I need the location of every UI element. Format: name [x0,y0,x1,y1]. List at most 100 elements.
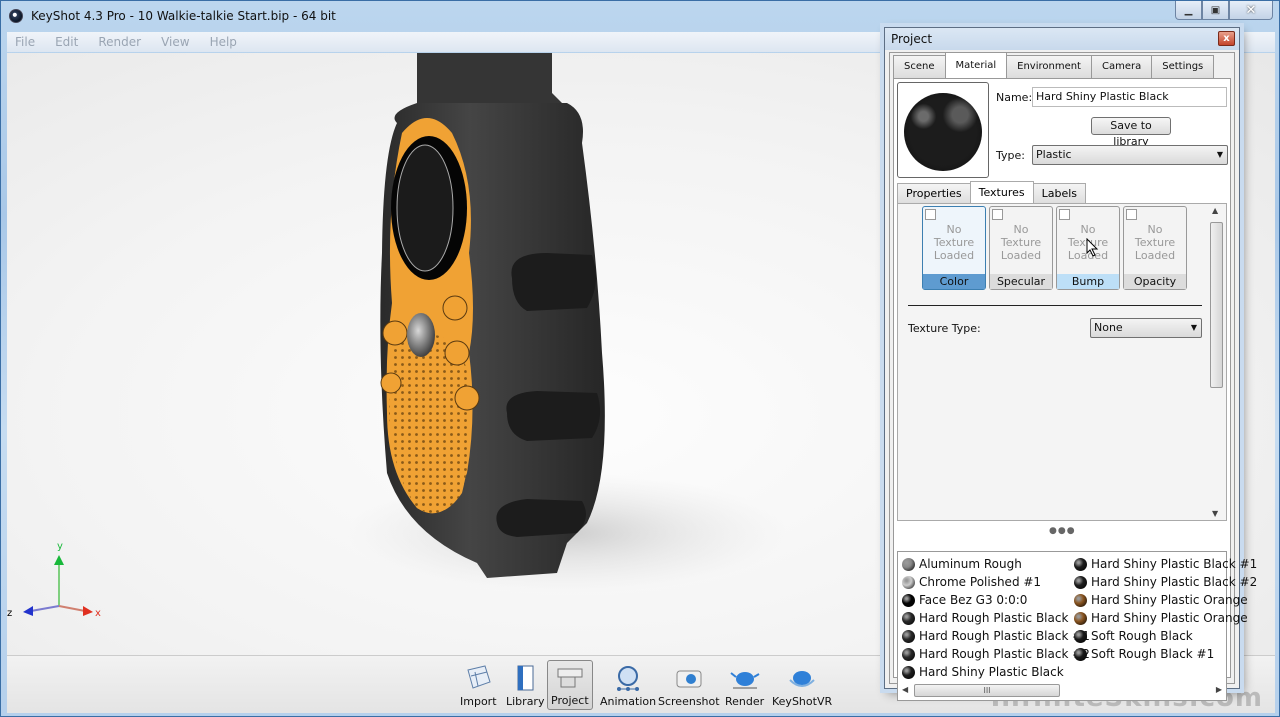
scroll-down-icon[interactable]: ▼ [1212,509,1218,518]
library-label: Library [506,695,545,708]
material-name: Hard Shiny Plastic Black [919,665,1064,679]
mouse-cursor-icon [1086,238,1099,257]
maximize-button[interactable]: ▣ [1202,1,1229,20]
tab-environment[interactable]: Environment [1006,55,1092,78]
material-swatch-icon [902,665,915,679]
keyshotvr-label: KeyShotVR [772,695,833,708]
material-list-item[interactable]: Hard Rough Plastic Black #1 [902,627,1090,645]
animation-button[interactable]: Animation [597,660,659,710]
scroll-up-icon[interactable]: ▲ [1212,206,1218,215]
import-button[interactable]: Import [457,660,500,710]
material-list-horizontal-scrollbar[interactable]: ◀ III ▶ [900,683,1224,698]
close-icon: x [1223,33,1230,44]
import-label: Import [460,695,497,708]
material-list-item[interactable]: Hard Rough Plastic Black #2 [902,645,1090,663]
material-list-item[interactable]: Hard Shiny Plastic Black [902,663,1064,681]
close-button[interactable]: ✕ [1229,1,1273,20]
menu-render[interactable]: Render [98,35,141,49]
material-list-item[interactable]: Aluminum Rough [902,555,1022,573]
texture-slot-checkbox[interactable] [1126,209,1137,220]
texture-slot-checkbox[interactable] [925,209,936,220]
project-icon [557,668,583,688]
scrollbar-thumb[interactable]: III [914,684,1060,697]
texture-slot-checkbox[interactable] [1059,209,1070,220]
axis-gizmo: y z x [7,541,101,619]
material-swatch-icon [1074,575,1087,589]
splitter-handle[interactable]: ●●● [1049,526,1076,536]
material-swatch-icon [902,593,915,607]
material-subtabs: Properties Textures Labels [897,181,1086,203]
minimize-button[interactable]: ▁ [1175,1,1202,20]
texture-type-value: None [1094,321,1123,334]
render-teapot-icon [729,672,760,689]
menu-edit[interactable]: Edit [55,35,78,49]
subtab-labels[interactable]: Labels [1032,183,1086,203]
project-panel-titlebar[interactable]: Project x [885,28,1239,50]
material-tab-content: Name: Hard Shiny Plastic Black Save to l… [893,78,1257,701]
material-name: Hard Rough Plastic Black [919,611,1069,625]
material-name: Soft Rough Black #1 [1091,647,1215,661]
animation-icon [617,666,640,691]
subtab-properties[interactable]: Properties [897,183,971,203]
material-swatch-icon [1074,557,1087,571]
scroll-left-icon[interactable]: ◀ [902,685,908,694]
menu-view[interactable]: View [161,35,189,49]
tab-scene[interactable]: Scene [893,55,946,78]
scrollbar-thumb[interactable] [1210,222,1223,388]
save-to-library-button[interactable]: Save to library [1091,117,1171,148]
material-list-item[interactable]: Soft Rough Black [1074,627,1193,645]
texture-slot-opacity[interactable]: No Texture Loaded Opacity [1123,206,1187,290]
axis-y-label: y [57,541,63,552]
material-swatch-icon [902,575,915,589]
project-close-button[interactable]: x [1218,31,1235,46]
keyshotvr-icon [789,671,815,687]
material-list-item[interactable]: Face Bez G3 0:0:0 [902,591,1027,609]
texture-placeholder: NoTextureLoaded [1000,223,1042,262]
window-title: KeyShot 4.3 Pro - 10 Walkie-talkie Start… [31,9,336,23]
menu-file[interactable]: File [15,35,35,49]
axis-x-label: x [95,608,101,619]
material-name-input[interactable]: Hard Shiny Plastic Black [1032,87,1227,107]
library-button[interactable]: Library [503,660,547,710]
material-list-item[interactable]: Hard Rough Plastic Black [902,609,1068,627]
texture-slot-label: Color [923,274,985,289]
texture-slot-checkbox[interactable] [992,209,1003,220]
material-list: ◀ III ▶ Aluminum Rough Chrome Polished #1… [897,551,1257,701]
textures-panel: No Texture Loaded Color No Texture Loaded Sp… [897,203,1227,521]
texture-slot-specular[interactable]: No Texture Loaded Specular [989,206,1053,290]
keyshotvr-button[interactable]: KeyShotVR [769,660,835,710]
texture-type-select[interactable]: None ▼ [1090,318,1202,338]
material-list-item[interactable]: Hard Shiny Plastic Black #1 [1074,555,1257,573]
material-list-item[interactable]: Hard Shiny Plastic Orange [1074,609,1248,627]
screenshot-button[interactable]: Screenshot [655,660,723,710]
material-list-item[interactable]: Chrome Polished #1 [902,573,1041,591]
project-tabs: Scene Material Environment Camera Settin… [893,52,1215,78]
tab-camera[interactable]: Camera [1090,55,1153,78]
project-panel: Project x Scene Material Environment Cam… [880,23,1257,701]
subtab-textures[interactable]: Textures [969,181,1034,203]
texture-slot-label: Specular [990,274,1052,289]
texture-slot-label: Bump [1057,274,1119,289]
material-type-select[interactable]: Plastic ▼ [1032,145,1228,165]
scroll-right-icon[interactable]: ▶ [1216,685,1222,694]
tab-settings[interactable]: Settings [1151,55,1215,78]
project-button[interactable]: Project [547,660,593,710]
tab-material[interactable]: Material [944,52,1008,78]
project-panel-title: Project [891,32,933,46]
axis-z-label: z [7,608,12,619]
render-button[interactable]: Render [722,660,767,710]
material-preview [897,82,989,178]
animation-label: Animation [600,695,657,708]
material-type-value: Plastic [1036,148,1072,161]
material-swatch-icon [1074,629,1087,643]
material-swatch-icon [1074,611,1087,625]
material-list-item[interactable]: Hard Shiny Plastic Orange [1074,591,1248,609]
texture-slot-color[interactable]: No Texture Loaded Color [922,206,986,290]
menu-help[interactable]: Help [210,35,237,49]
material-name: Face Bez G3 0:0:0 [919,593,1028,607]
name-label: Name: [996,91,1033,104]
material-list-item[interactable]: Hard Shiny Plastic Black #2 [1074,573,1257,591]
material-name: Hard Shiny Plastic Black #2 [1091,575,1258,589]
material-list-item[interactable]: Soft Rough Black #1 [1074,645,1214,663]
textures-vertical-scrollbar[interactable]: ▲ ▼ [1209,206,1224,518]
